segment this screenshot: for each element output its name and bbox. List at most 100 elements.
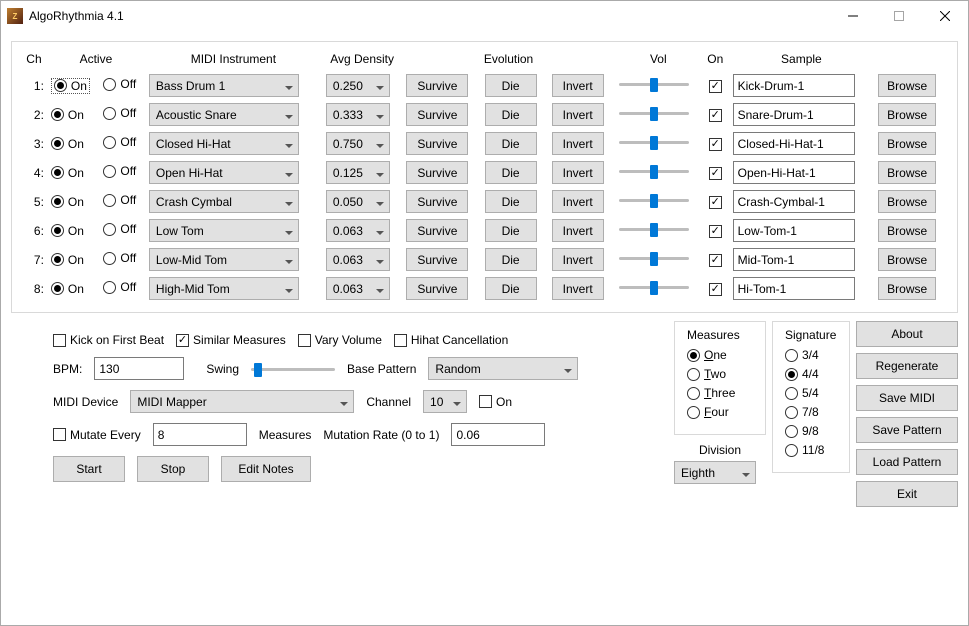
hihat-cancellation-check[interactable]: Hihat Cancellation — [394, 333, 508, 347]
edit-notes-button[interactable]: Edit Notes — [221, 456, 311, 482]
base-pattern-combo[interactable]: Random — [428, 357, 578, 380]
browse-button[interactable]: Browse — [878, 74, 936, 97]
volume-slider[interactable] — [619, 248, 689, 268]
close-button[interactable] — [922, 1, 968, 31]
signature-option[interactable]: 11/8 — [785, 443, 837, 457]
active-on-radio[interactable]: On — [51, 108, 84, 122]
active-off-radio[interactable]: Off — [103, 280, 136, 294]
survive-button[interactable]: Survive — [406, 74, 468, 97]
density-combo[interactable]: 0.333 — [326, 103, 390, 126]
die-button[interactable]: Die — [485, 161, 537, 184]
active-off-radio[interactable]: Off — [103, 106, 136, 120]
sample-on-check[interactable] — [709, 138, 722, 151]
sample-on-check[interactable] — [709, 225, 722, 238]
regenerate-button[interactable]: Regenerate — [856, 353, 958, 379]
volume-slider[interactable] — [619, 277, 689, 297]
survive-button[interactable]: Survive — [406, 190, 468, 213]
active-on-radio[interactable]: On — [51, 166, 84, 180]
mutation-rate-input[interactable]: 0.06 — [451, 423, 545, 446]
die-button[interactable]: Die — [485, 132, 537, 155]
instrument-combo[interactable]: Acoustic Snare — [149, 103, 299, 126]
survive-button[interactable]: Survive — [406, 277, 468, 300]
sample-on-check[interactable] — [709, 80, 722, 93]
die-button[interactable]: Die — [485, 248, 537, 271]
active-off-radio[interactable]: Off — [103, 222, 136, 236]
signature-option[interactable]: 5/4 — [785, 386, 837, 400]
survive-button[interactable]: Survive — [406, 103, 468, 126]
die-button[interactable]: Die — [485, 277, 537, 300]
active-on-radio[interactable]: On — [51, 282, 84, 296]
invert-button[interactable]: Invert — [552, 219, 604, 242]
swing-slider[interactable] — [251, 359, 335, 379]
instrument-combo[interactable]: High-Mid Tom — [149, 277, 299, 300]
active-off-radio[interactable]: Off — [103, 251, 136, 265]
active-off-radio[interactable]: Off — [103, 164, 136, 178]
sample-input[interactable]: Snare-Drum-1 — [733, 103, 855, 126]
sample-on-check[interactable] — [709, 167, 722, 180]
measures-option[interactable]: One — [687, 348, 753, 362]
midi-channel-combo[interactable]: 10 — [423, 390, 467, 413]
sample-input[interactable]: Crash-Cymbal-1 — [733, 190, 855, 213]
volume-slider[interactable] — [619, 161, 689, 181]
survive-button[interactable]: Survive — [406, 161, 468, 184]
sample-input[interactable]: Open-Hi-Hat-1 — [733, 161, 855, 184]
signature-option[interactable]: 9/8 — [785, 424, 837, 438]
active-on-radio[interactable]: On — [51, 224, 84, 238]
density-combo[interactable]: 0.250 — [326, 74, 390, 97]
minimize-button[interactable] — [830, 1, 876, 31]
density-combo[interactable]: 0.125 — [326, 161, 390, 184]
instrument-combo[interactable]: Low Tom — [149, 219, 299, 242]
browse-button[interactable]: Browse — [878, 248, 936, 271]
invert-button[interactable]: Invert — [552, 161, 604, 184]
active-on-radio[interactable]: On — [51, 195, 84, 209]
division-combo[interactable]: Eighth — [674, 461, 756, 484]
exit-button[interactable]: Exit — [856, 481, 958, 507]
load-pattern-button[interactable]: Load Pattern — [856, 449, 958, 475]
invert-button[interactable]: Invert — [552, 132, 604, 155]
instrument-combo[interactable]: Low-Mid Tom — [149, 248, 299, 271]
sample-input[interactable]: Kick-Drum-1 — [733, 74, 855, 97]
signature-option[interactable]: 7/8 — [785, 405, 837, 419]
sample-input[interactable]: Hi-Tom-1 — [733, 277, 855, 300]
maximize-button[interactable] — [876, 1, 922, 31]
density-combo[interactable]: 0.750 — [326, 132, 390, 155]
volume-slider[interactable] — [619, 132, 689, 152]
volume-slider[interactable] — [619, 74, 689, 94]
measures-option[interactable]: Three — [687, 386, 753, 400]
about-button[interactable]: About — [856, 321, 958, 347]
die-button[interactable]: Die — [485, 190, 537, 213]
active-off-radio[interactable]: Off — [103, 135, 136, 149]
browse-button[interactable]: Browse — [878, 190, 936, 213]
sample-on-check[interactable] — [709, 196, 722, 209]
measures-option[interactable]: Two — [687, 367, 753, 381]
die-button[interactable]: Die — [485, 219, 537, 242]
sample-input[interactable]: Mid-Tom-1 — [733, 248, 855, 271]
browse-button[interactable]: Browse — [878, 219, 936, 242]
browse-button[interactable]: Browse — [878, 161, 936, 184]
invert-button[interactable]: Invert — [552, 248, 604, 271]
kick-on-first-beat-check[interactable]: Kick on First Beat — [53, 333, 164, 347]
browse-button[interactable]: Browse — [878, 277, 936, 300]
save-pattern-button[interactable]: Save Pattern — [856, 417, 958, 443]
instrument-combo[interactable]: Bass Drum 1 — [149, 74, 299, 97]
save-midi-button[interactable]: Save MIDI — [856, 385, 958, 411]
active-off-radio[interactable]: Off — [103, 193, 136, 207]
density-combo[interactable]: 0.063 — [326, 248, 390, 271]
signature-option[interactable]: 3/4 — [785, 348, 837, 362]
volume-slider[interactable] — [619, 103, 689, 123]
invert-button[interactable]: Invert — [552, 190, 604, 213]
instrument-combo[interactable]: Closed Hi-Hat — [149, 132, 299, 155]
active-on-radio[interactable]: On — [51, 78, 90, 94]
sample-on-check[interactable] — [709, 109, 722, 122]
active-on-radio[interactable]: On — [51, 137, 84, 151]
invert-button[interactable]: Invert — [552, 277, 604, 300]
die-button[interactable]: Die — [485, 74, 537, 97]
instrument-combo[interactable]: Crash Cymbal — [149, 190, 299, 213]
vary-volume-check[interactable]: Vary Volume — [298, 333, 382, 347]
invert-button[interactable]: Invert — [552, 103, 604, 126]
midi-on-check[interactable]: On — [479, 395, 512, 409]
sample-on-check[interactable] — [709, 254, 722, 267]
signature-option[interactable]: 4/4 — [785, 367, 837, 381]
sample-input[interactable]: Low-Tom-1 — [733, 219, 855, 242]
bpm-input[interactable]: 130 — [94, 357, 184, 380]
